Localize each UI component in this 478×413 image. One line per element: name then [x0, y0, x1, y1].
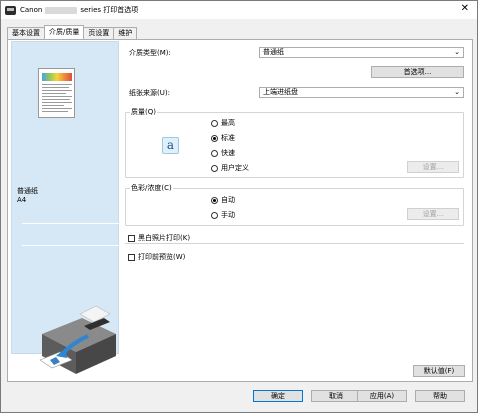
title-model-redacted — [45, 6, 78, 14]
preview-media-name: 普通纸 — [17, 187, 38, 195]
close-icon[interactable]: ✕ — [461, 4, 469, 14]
quality-option-custom[interactable]: 用户定义 — [211, 163, 249, 173]
preview-summary-box — [22, 223, 130, 246]
color-option-auto[interactable]: 自动 — [211, 195, 235, 205]
window-title: Canon series 打印首选项 — [20, 5, 138, 15]
print-quality-icon: a — [162, 137, 179, 154]
paper-source-value: 上端进纸盘 — [263, 88, 298, 96]
preview-before-print-option[interactable]: 打印前预览(W) — [128, 252, 185, 262]
radio-button[interactable] — [211, 211, 218, 219]
print-preferences-window: Canon series 打印首选项 ✕ 基本设置 介质/质量 页设置 维护 普… — [0, 0, 478, 413]
quality-option-highest-label: 最高 — [221, 119, 235, 127]
color-option-auto-label: 自动 — [221, 196, 235, 204]
chevron-down-icon: ⌄ — [454, 88, 460, 96]
grayscale-label: 黑白照片打印(K) — [138, 234, 191, 242]
preview-before-print-label: 打印前预览(W) — [138, 253, 186, 261]
media-type-value: 普通纸 — [263, 48, 284, 56]
preview-before-print-checkbox[interactable] — [128, 253, 135, 261]
media-type-select[interactable]: 普通纸 ⌄ — [259, 47, 464, 58]
quality-group-title: 质量(Q) — [130, 107, 157, 117]
grayscale-printing-option[interactable]: 黑白照片打印(K) — [128, 233, 190, 243]
color-option-manual-label: 手动 — [221, 211, 235, 219]
radio-button[interactable] — [211, 149, 218, 157]
ok-button[interactable]: 确定 — [253, 390, 303, 402]
printer-app-icon — [5, 5, 16, 15]
quality-option-fast-label: 快速 — [221, 149, 235, 157]
tab-maintenance[interactable]: 维护 — [113, 27, 138, 39]
chevron-down-icon: ⌄ — [454, 48, 460, 56]
title-bar: Canon series 打印首选项 ✕ — [1, 1, 477, 19]
quality-option-standard-label: 标准 — [221, 134, 235, 142]
paper-preview-image — [38, 68, 75, 118]
radio-button[interactable] — [211, 134, 218, 142]
grayscale-checkbox[interactable] — [128, 234, 135, 242]
apply-button[interactable]: 应用(A) — [357, 390, 407, 402]
color-intensity-group — [125, 188, 464, 226]
printer-illustration-icon — [36, 304, 118, 382]
title-suffix: series 打印首选项 — [80, 6, 139, 14]
media-type-label: 介质类型(M): — [129, 49, 171, 57]
paper-source-select[interactable]: 上端进纸盘 ⌄ — [259, 87, 464, 98]
tab-page-setup[interactable]: 页设置 — [83, 27, 115, 39]
color-intensity-group-title: 色彩/浓度(C) — [130, 183, 173, 193]
tab-media-quality[interactable]: 介质/质量 — [44, 25, 85, 39]
title-brand: Canon — [20, 6, 43, 14]
color-option-manual[interactable]: 手动 — [211, 210, 235, 220]
cancel-button[interactable]: 取消 — [311, 390, 361, 402]
help-button[interactable]: 帮助 — [415, 390, 465, 402]
preview-summary: 普通纸 A4 — [17, 187, 38, 205]
radio-button[interactable] — [211, 119, 218, 127]
preview-paper-size: A4 — [17, 196, 27, 204]
quality-settings-button[interactable]: 设置... — [407, 161, 459, 173]
divider — [125, 243, 464, 244]
color-settings-button[interactable]: 设置... — [407, 208, 459, 220]
quality-option-highest[interactable]: 最高 — [211, 118, 235, 128]
paper-source-label: 纸张来源(U): — [129, 89, 170, 97]
media-details-button[interactable]: 首选项... — [371, 66, 464, 78]
quality-option-custom-label: 用户定义 — [221, 164, 249, 172]
tab-strip: 基本设置 介质/质量 页设置 维护 — [7, 25, 138, 39]
radio-button[interactable] — [211, 196, 218, 204]
quality-option-fast[interactable]: 快速 — [211, 148, 235, 158]
defaults-button[interactable]: 默认值(F) — [413, 365, 465, 377]
radio-button[interactable] — [211, 164, 218, 172]
quality-option-standard[interactable]: 标准 — [211, 133, 235, 143]
tab-basic-settings[interactable]: 基本设置 — [7, 27, 45, 39]
